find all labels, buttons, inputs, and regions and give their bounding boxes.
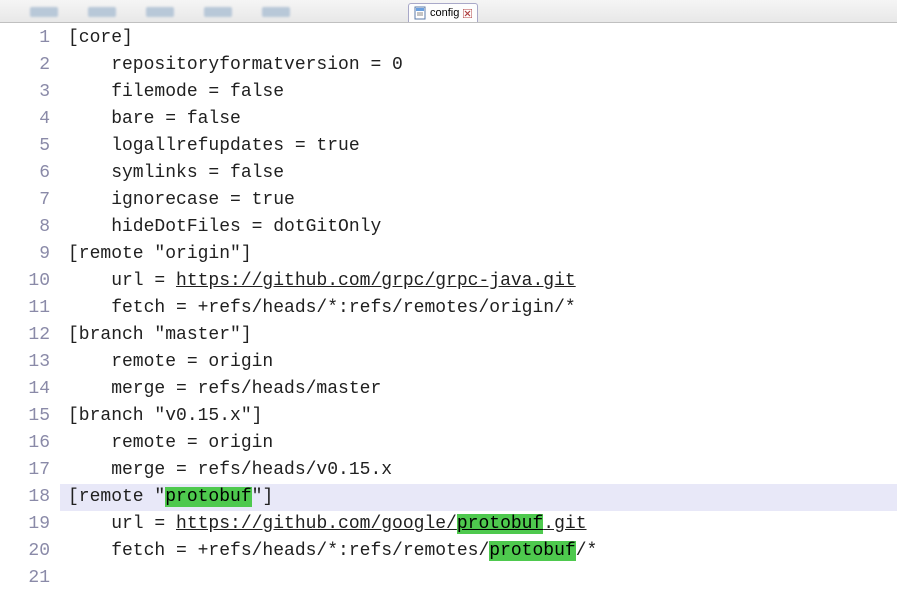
close-icon[interactable] [462, 8, 473, 19]
blurred-placeholder [30, 7, 58, 17]
code-line[interactable]: url = https://github.com/google/protobuf… [60, 511, 897, 538]
line-number: 12 [0, 322, 50, 349]
code-line[interactable]: remote = origin [60, 430, 897, 457]
code-area[interactable]: [core] repositoryformatversion = 0 filemod… [60, 23, 897, 597]
file-icon [413, 6, 427, 20]
line-number: 14 [0, 376, 50, 403]
code-text: [remote "origin"] [68, 244, 252, 264]
highlight-occurrence: protobuf [489, 541, 575, 561]
line-number: 4 [0, 106, 50, 133]
tab-config[interactable]: config [408, 3, 478, 22]
line-number: 21 [0, 565, 50, 592]
highlight-occurrence[interactable]: protobuf [457, 514, 543, 534]
code-text: fetch = +refs/heads/*:refs/remotes/origi… [111, 298, 575, 318]
tab-label: config [430, 7, 459, 19]
code-line[interactable]: [remote "protobuf"] [60, 484, 897, 511]
code-text: "] [252, 487, 274, 507]
code-line[interactable] [60, 565, 897, 592]
code-text: bare = false [111, 109, 241, 129]
line-number: 11 [0, 295, 50, 322]
line-number: 5 [0, 133, 50, 160]
code-line[interactable]: merge = refs/heads/master [60, 376, 897, 403]
code-text: [core] [68, 28, 133, 48]
code-line[interactable]: url = https://github.com/grpc/grpc-java.… [60, 268, 897, 295]
line-number: 9 [0, 241, 50, 268]
code-line[interactable]: [branch "v0.15.x"] [60, 403, 897, 430]
line-number: 1 [0, 25, 50, 52]
code-line[interactable]: [core] [60, 25, 897, 52]
code-text: [branch "v0.15.x"] [68, 406, 262, 426]
code-line[interactable]: logallrefupdates = true [60, 133, 897, 160]
editor-tabbar: config [0, 0, 897, 23]
code-text: logallrefupdates = true [111, 136, 359, 156]
blurred-placeholder [88, 7, 116, 17]
code-text: fetch = +refs/heads/*:refs/remotes/ [111, 541, 489, 561]
url-link[interactable]: .git [543, 514, 586, 534]
code-text: ignorecase = true [111, 190, 295, 210]
code-line[interactable]: remote = origin [60, 349, 897, 376]
url-link[interactable]: https://github.com/grpc/grpc-java.git [176, 271, 576, 291]
code-editor[interactable]: 123456789101112131415161718192021 [core]… [0, 23, 897, 597]
line-number: 16 [0, 430, 50, 457]
code-line[interactable]: [remote "origin"] [60, 241, 897, 268]
line-number-gutter: 123456789101112131415161718192021 [0, 23, 60, 597]
code-text: /* [576, 541, 598, 561]
code-text: [branch "master"] [68, 325, 252, 345]
line-number: 7 [0, 187, 50, 214]
code-line[interactable]: merge = refs/heads/v0.15.x [60, 457, 897, 484]
code-text: symlinks = false [111, 163, 284, 183]
highlight-occurrence: protobuf [165, 487, 251, 507]
code-line[interactable]: repositoryformatversion = 0 [60, 52, 897, 79]
code-line[interactable]: fetch = +refs/heads/*:refs/remotes/origi… [60, 295, 897, 322]
code-text: remote = origin [111, 352, 273, 372]
line-number: 13 [0, 349, 50, 376]
line-number: 2 [0, 52, 50, 79]
line-number: 15 [0, 403, 50, 430]
code-line[interactable]: hideDotFiles = dotGitOnly [60, 214, 897, 241]
code-text: repositoryformatversion = 0 [111, 55, 403, 75]
blurred-placeholder [204, 7, 232, 17]
inactive-tabs-area [0, 0, 408, 23]
line-number: 18 [0, 484, 50, 511]
line-number: 19 [0, 511, 50, 538]
blurred-placeholder [146, 7, 174, 17]
code-line[interactable]: symlinks = false [60, 160, 897, 187]
code-text: merge = refs/heads/master [111, 379, 381, 399]
line-number: 3 [0, 79, 50, 106]
code-text: filemode = false [111, 82, 284, 102]
line-number: 6 [0, 160, 50, 187]
code-line[interactable]: filemode = false [60, 79, 897, 106]
blurred-placeholder [262, 7, 290, 17]
code-line[interactable]: [branch "master"] [60, 322, 897, 349]
line-number: 10 [0, 268, 50, 295]
code-text: remote = origin [111, 433, 273, 453]
code-text: url = [111, 514, 176, 534]
code-text: merge = refs/heads/v0.15.x [111, 460, 392, 480]
line-number: 8 [0, 214, 50, 241]
code-line[interactable]: ignorecase = true [60, 187, 897, 214]
code-line[interactable]: bare = false [60, 106, 897, 133]
code-line[interactable]: fetch = +refs/heads/*:refs/remotes/proto… [60, 538, 897, 565]
code-text: hideDotFiles = dotGitOnly [111, 217, 381, 237]
code-text: [remote " [68, 487, 165, 507]
url-link[interactable]: https://github.com/google/ [176, 514, 457, 534]
line-number: 20 [0, 538, 50, 565]
code-text: url = [111, 271, 176, 291]
line-number: 17 [0, 457, 50, 484]
